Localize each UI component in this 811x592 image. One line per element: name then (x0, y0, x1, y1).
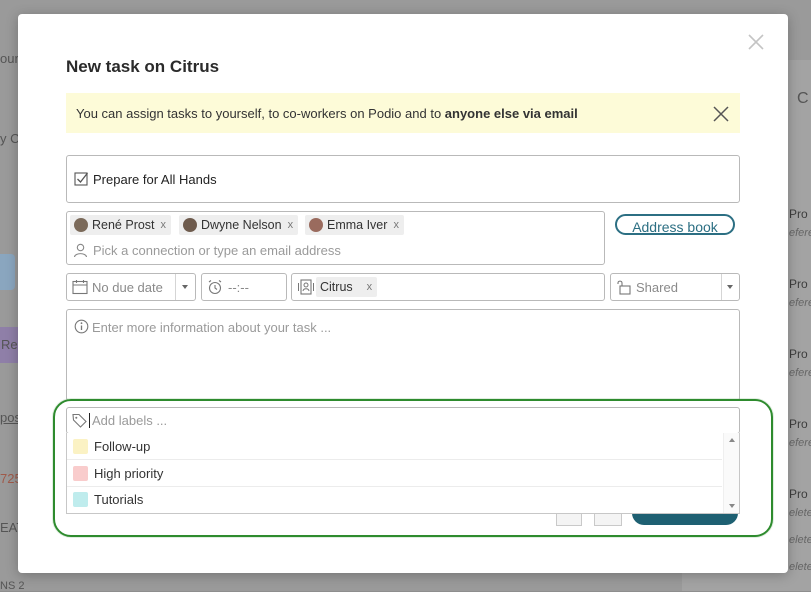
due-date-value: No due date (92, 280, 163, 295)
bg-list-sub: efere (789, 227, 811, 239)
remove-workspace-button[interactable]: x (367, 281, 373, 293)
assignee-name: René Prost (92, 218, 155, 232)
bg-text: Re (1, 337, 18, 352)
assignee-name: Dwyne Nelson (201, 218, 282, 232)
bg-text: our (0, 51, 19, 66)
divider (721, 274, 722, 300)
person-icon (73, 243, 88, 258)
chevron-down-icon[interactable] (182, 285, 188, 289)
due-time-field[interactable]: --:-- (201, 273, 287, 301)
bg-list-sub: elete (789, 507, 811, 519)
assignee-chip: Dwyne Nelson x (179, 215, 299, 235)
calendar-icon (72, 280, 88, 295)
assignee-field[interactable]: René Prost x Dwyne Nelson x Emma Iver x … (66, 211, 605, 265)
close-icon[interactable] (712, 105, 730, 123)
bg-list-item: Pro (789, 487, 808, 501)
bg-list-item: Pro (789, 207, 808, 221)
sharing-value: Shared (636, 280, 678, 295)
sharing-field[interactable]: Shared (610, 273, 740, 301)
task-title-field[interactable]: Prepare for All Hands (66, 155, 740, 203)
due-date-field[interactable]: No due date (66, 273, 196, 301)
notice-bold-text: anyone else via email (444, 106, 578, 121)
address-book-button[interactable]: Address book (615, 214, 735, 235)
remove-assignee-button[interactable]: x (161, 219, 167, 231)
avatar (74, 218, 88, 232)
bg-pill (0, 254, 15, 290)
remove-assignee-button[interactable]: x (288, 219, 294, 231)
assignee-chip: Emma Iver x (305, 215, 404, 235)
description-field[interactable]: Enter more information about your task .… (66, 309, 740, 401)
avatar (309, 218, 323, 232)
chevron-down-icon[interactable] (727, 285, 733, 289)
close-icon[interactable] (746, 32, 766, 52)
notice-text: You can assign tasks to yourself, to co-… (76, 106, 578, 121)
bg-list-item: Pro (789, 277, 808, 291)
checkbox-icon (74, 172, 89, 186)
bg-text: NS 2 (0, 580, 25, 592)
bg-list-sub: efere (789, 437, 811, 449)
bg-list-sub: efere (789, 367, 811, 379)
workspace-chip: Citrus x (316, 277, 378, 297)
unlock-icon (617, 280, 631, 295)
new-task-modal: New task on Citrus You can assign tasks … (18, 14, 788, 573)
info-icon (74, 319, 89, 334)
divider (175, 274, 176, 300)
assignee-chip: René Prost x (70, 215, 172, 235)
bg-text: C (797, 90, 809, 107)
task-title-value: Prepare for All Hands (93, 172, 217, 187)
workspace-field[interactable]: Citrus x (291, 273, 605, 301)
due-time-value: --:-- (228, 280, 249, 295)
labels-highlight-outline (53, 399, 773, 537)
bg-list-sub: elete (789, 534, 811, 546)
bg-list-sub: efere (789, 297, 811, 309)
workspace-name: Citrus (320, 280, 353, 294)
bg-list-sub: elete (789, 561, 811, 573)
remove-assignee-button[interactable]: x (393, 219, 399, 231)
info-notice: You can assign tasks to yourself, to co-… (66, 93, 740, 133)
modal-title: New task on Citrus (66, 57, 220, 76)
assignee-name: Emma Iver (327, 218, 388, 232)
avatar (183, 218, 197, 232)
description-placeholder: Enter more information about your task .… (92, 320, 332, 335)
bg-list-item: Pro (789, 347, 808, 361)
bg-list-item: Pro (789, 417, 808, 431)
workspace-icon (298, 279, 314, 295)
assignee-input-placeholder: Pick a connection or type an email addre… (93, 243, 341, 258)
alarm-clock-icon (208, 280, 222, 295)
